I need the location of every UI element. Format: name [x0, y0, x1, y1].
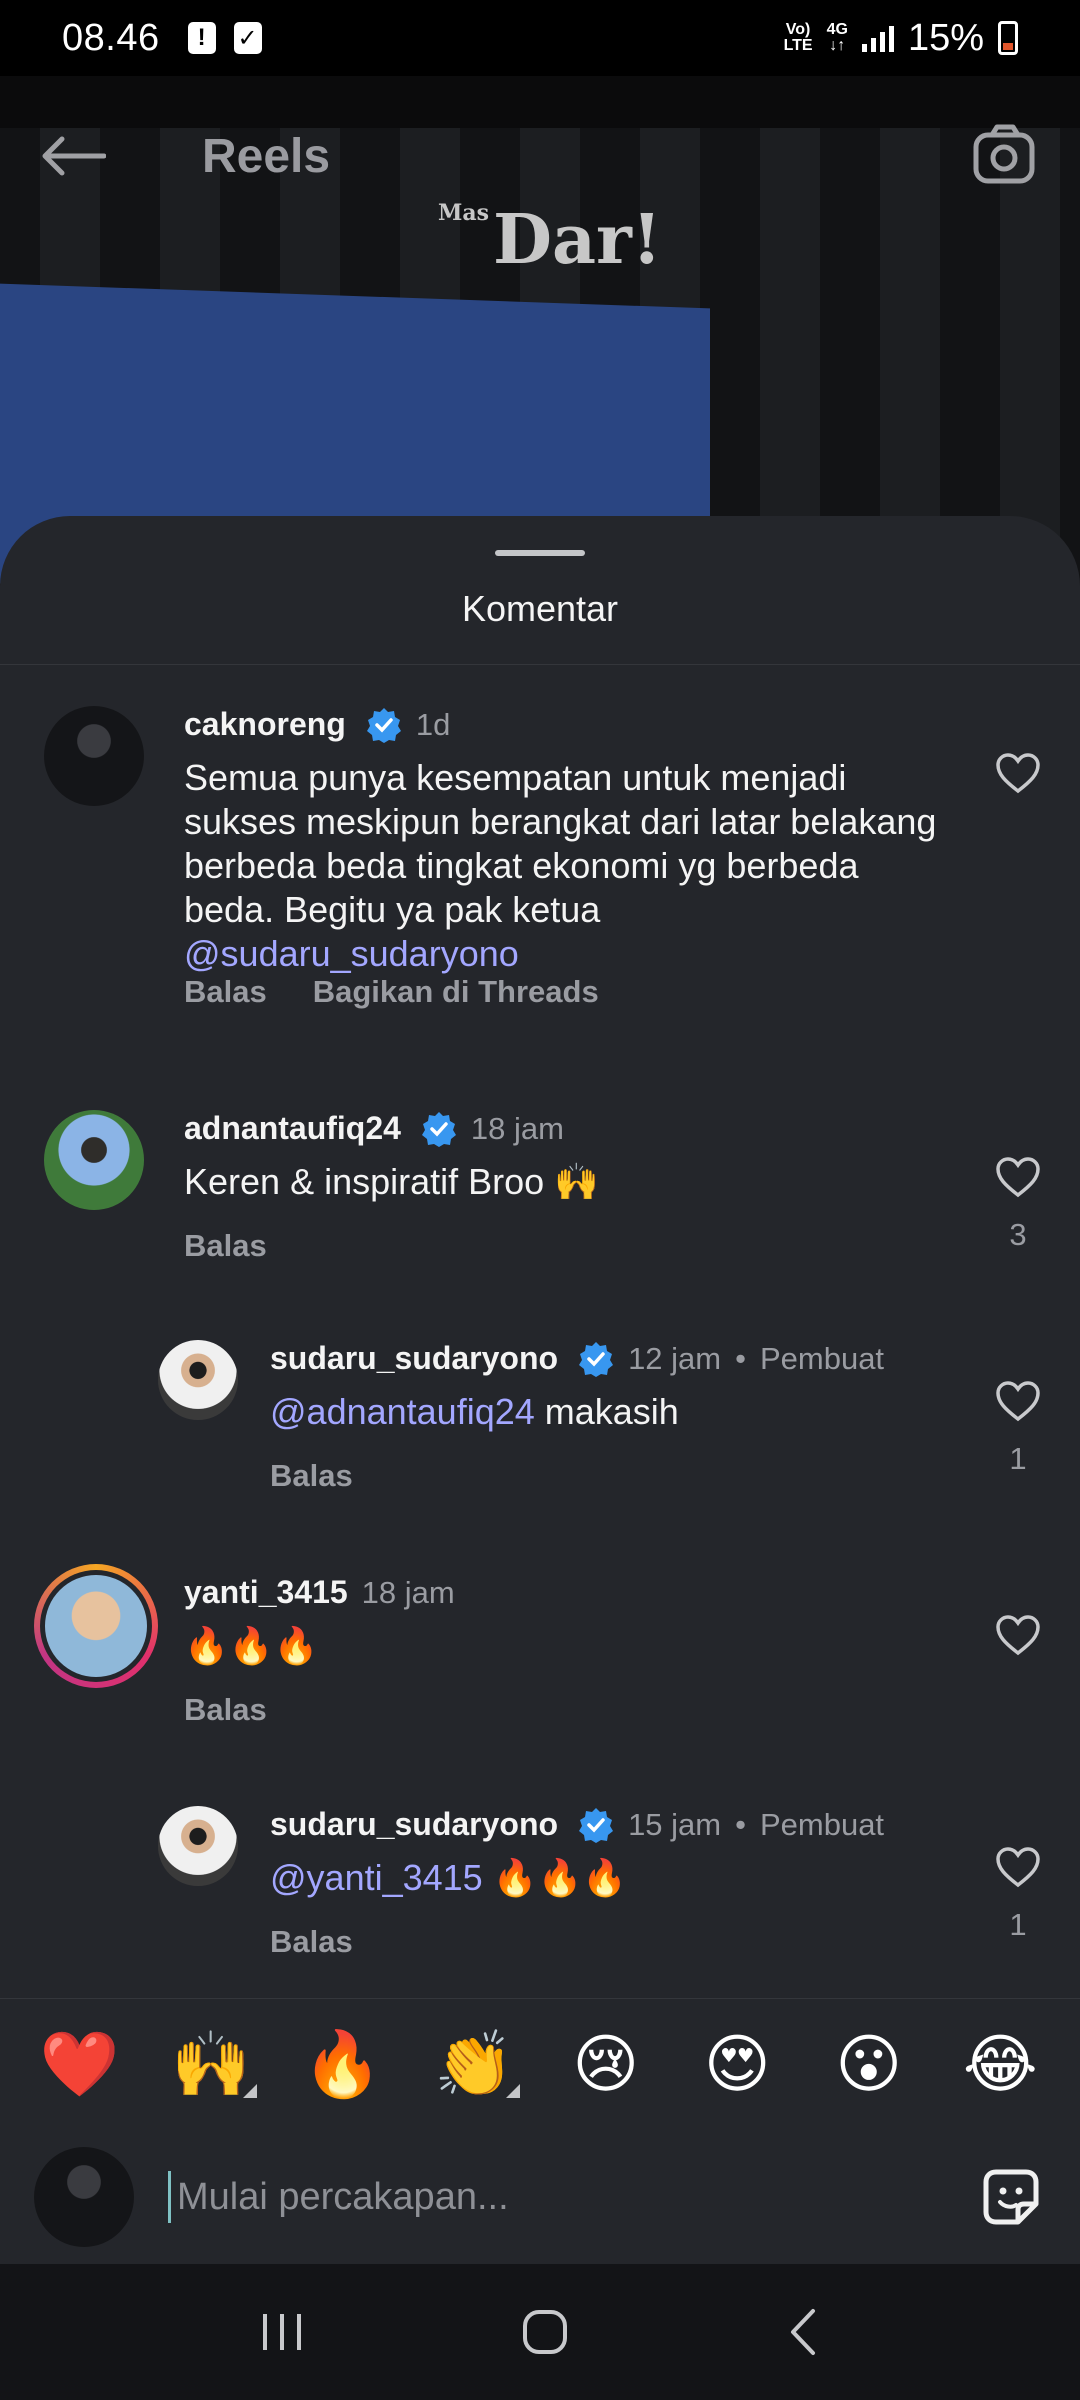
comment-username[interactable]: adnantaufiq24: [184, 1110, 401, 1147]
creator-separator: •: [735, 1340, 746, 1376]
comment-time: 1d: [415, 706, 451, 742]
like-count: 1: [1009, 1907, 1027, 1942]
like-control: 3: [990, 1156, 1046, 1253]
back-arrow-icon[interactable]: [40, 126, 120, 186]
status-time: 08.46: [62, 16, 160, 59]
like-control: 1: [990, 1380, 1046, 1477]
mobile-data-top: 4G: [826, 21, 848, 38]
reply-text: 🔥🔥🔥: [482, 1857, 628, 1898]
emoji-heart-button[interactable]: ❤️: [30, 2027, 130, 2102]
comment-username[interactable]: caknoreng: [184, 706, 346, 743]
sheet-title: Komentar: [461, 588, 619, 629]
reply-time: 12 jam: [628, 1340, 722, 1376]
emoji-laughing-button[interactable]: 😂: [950, 2027, 1050, 2102]
reply-mention[interactable]: @yanti_3415: [270, 1857, 483, 1898]
reply-button[interactable]: Balas: [270, 1924, 353, 1960]
emoji-clap-button[interactable]: 👏: [424, 2027, 524, 2102]
comment-composer: Mulai percakapan...: [0, 2130, 1080, 2264]
creator-separator: •: [735, 1806, 746, 1842]
sticker-icon[interactable]: [976, 2162, 1046, 2232]
like-control: [990, 752, 1046, 799]
battery-percent: 15%: [907, 16, 984, 59]
heart-icon[interactable]: [995, 1846, 1041, 1888]
share-threads-button[interactable]: Bagikan di Threads: [313, 974, 599, 1010]
heart-icon[interactable]: [995, 752, 1041, 794]
skin-tone-indicator: [243, 2084, 258, 2098]
home-icon[interactable]: [520, 2307, 570, 2357]
heart-icon[interactable]: [995, 1156, 1041, 1198]
emoji-raised-hands-button[interactable]: 🙌: [161, 2027, 261, 2102]
emoji-clap: 👏: [434, 2028, 515, 2100]
avatar[interactable]: [158, 1340, 238, 1420]
like-control: [990, 1614, 1046, 1661]
status-bar: 08.46 ! ✓ Vo) LTE 4G ↓↑ 15%: [0, 0, 1080, 76]
reply-button[interactable]: Balas: [184, 1692, 267, 1728]
like-control: 1: [990, 1846, 1046, 1943]
reply-username[interactable]: sudaru_sudaryono: [270, 1806, 558, 1843]
video-logo-text: Dar!: [493, 200, 662, 280]
comment-input[interactable]: Mulai percakapan...: [168, 2171, 976, 2223]
volte-top: Vo): [785, 21, 811, 38]
page-title: Reels: [202, 129, 331, 183]
avatar-story-ring[interactable]: [34, 1564, 158, 1688]
avatar[interactable]: [44, 1110, 144, 1210]
verified-badge-icon: [421, 1111, 456, 1147]
mobile-data-icon: 4G ↓↑: [827, 22, 848, 54]
emoji-fire-button[interactable]: 🔥: [293, 2027, 393, 2102]
comment-username[interactable]: yanti_3415: [184, 1574, 348, 1611]
reply-time: 15 jam: [628, 1806, 722, 1842]
verified-badge-icon: [579, 1807, 614, 1843]
avatar[interactable]: [158, 1806, 238, 1886]
comment-time: 18 jam: [470, 1110, 564, 1146]
volte-icon: Vo) LTE: [784, 22, 813, 54]
reply-mention[interactable]: @adnantaufiq24: [270, 1391, 535, 1432]
emoji-crying-button[interactable]: 😢: [556, 2027, 656, 2102]
verified-badge-icon: [579, 1341, 614, 1377]
divider: [0, 664, 1080, 665]
volte-bottom: LTE: [783, 37, 813, 54]
skin-tone-indicator: [506, 2084, 521, 2098]
camera-icon[interactable]: [970, 121, 1040, 191]
like-count: 1: [1009, 1441, 1027, 1476]
recent-apps-icon[interactable]: [257, 2310, 307, 2354]
check-notification-icon: ✓: [233, 22, 262, 54]
avatar[interactable]: [44, 706, 144, 806]
alert-notification-icon: !: [187, 22, 216, 54]
like-count: 3: [1009, 1217, 1027, 1252]
comment-mention[interactable]: @sudaru_sudaryono: [184, 933, 519, 974]
system-navigation-bar: [0, 2264, 1080, 2400]
current-user-avatar: [34, 2147, 134, 2247]
mobile-data-bottom: ↓↑: [829, 37, 846, 54]
emoji-quick-bar: ❤️ 🙌 🔥 👏 😢 😍 😮 😂: [0, 1998, 1080, 2130]
signal-icon: [861, 24, 894, 52]
sheet-drag-handle[interactable]: [495, 550, 585, 556]
reply-username[interactable]: sudaru_sudaryono: [270, 1340, 558, 1377]
heart-icon[interactable]: [995, 1380, 1041, 1422]
reply-button[interactable]: Balas: [270, 1458, 353, 1494]
notification-icons: ! ✓: [187, 22, 262, 54]
battery-icon: [998, 21, 1018, 55]
reply-button[interactable]: Balas: [184, 974, 267, 1010]
creator-badge: Pembuat: [759, 1340, 885, 1376]
reply-text: makasih: [534, 1391, 679, 1432]
emoji-heart-eyes-button[interactable]: 😍: [687, 2027, 787, 2102]
comment-time: 18 jam: [361, 1574, 455, 1610]
reels-header: Reels: [0, 120, 1080, 192]
verified-badge-icon: [366, 707, 401, 743]
comment-text: Semua punya kesempatan untuk menjadi suk…: [184, 757, 937, 930]
creator-badge: Pembuat: [759, 1806, 885, 1842]
video-logo: MasDar!: [438, 200, 662, 280]
back-nav-icon[interactable]: [783, 2307, 823, 2357]
video-logo-small: Mas: [438, 200, 489, 226]
emoji-raised-hands: 🙌: [171, 2028, 252, 2100]
emoji-surprised-button[interactable]: 😮: [819, 2027, 919, 2102]
heart-icon[interactable]: [995, 1614, 1041, 1656]
comment-text: 🔥🔥🔥: [184, 1625, 319, 1666]
comment-text: Keren & inspiratif Broo 🙌: [184, 1161, 600, 1202]
reply-button[interactable]: Balas: [184, 1228, 267, 1264]
